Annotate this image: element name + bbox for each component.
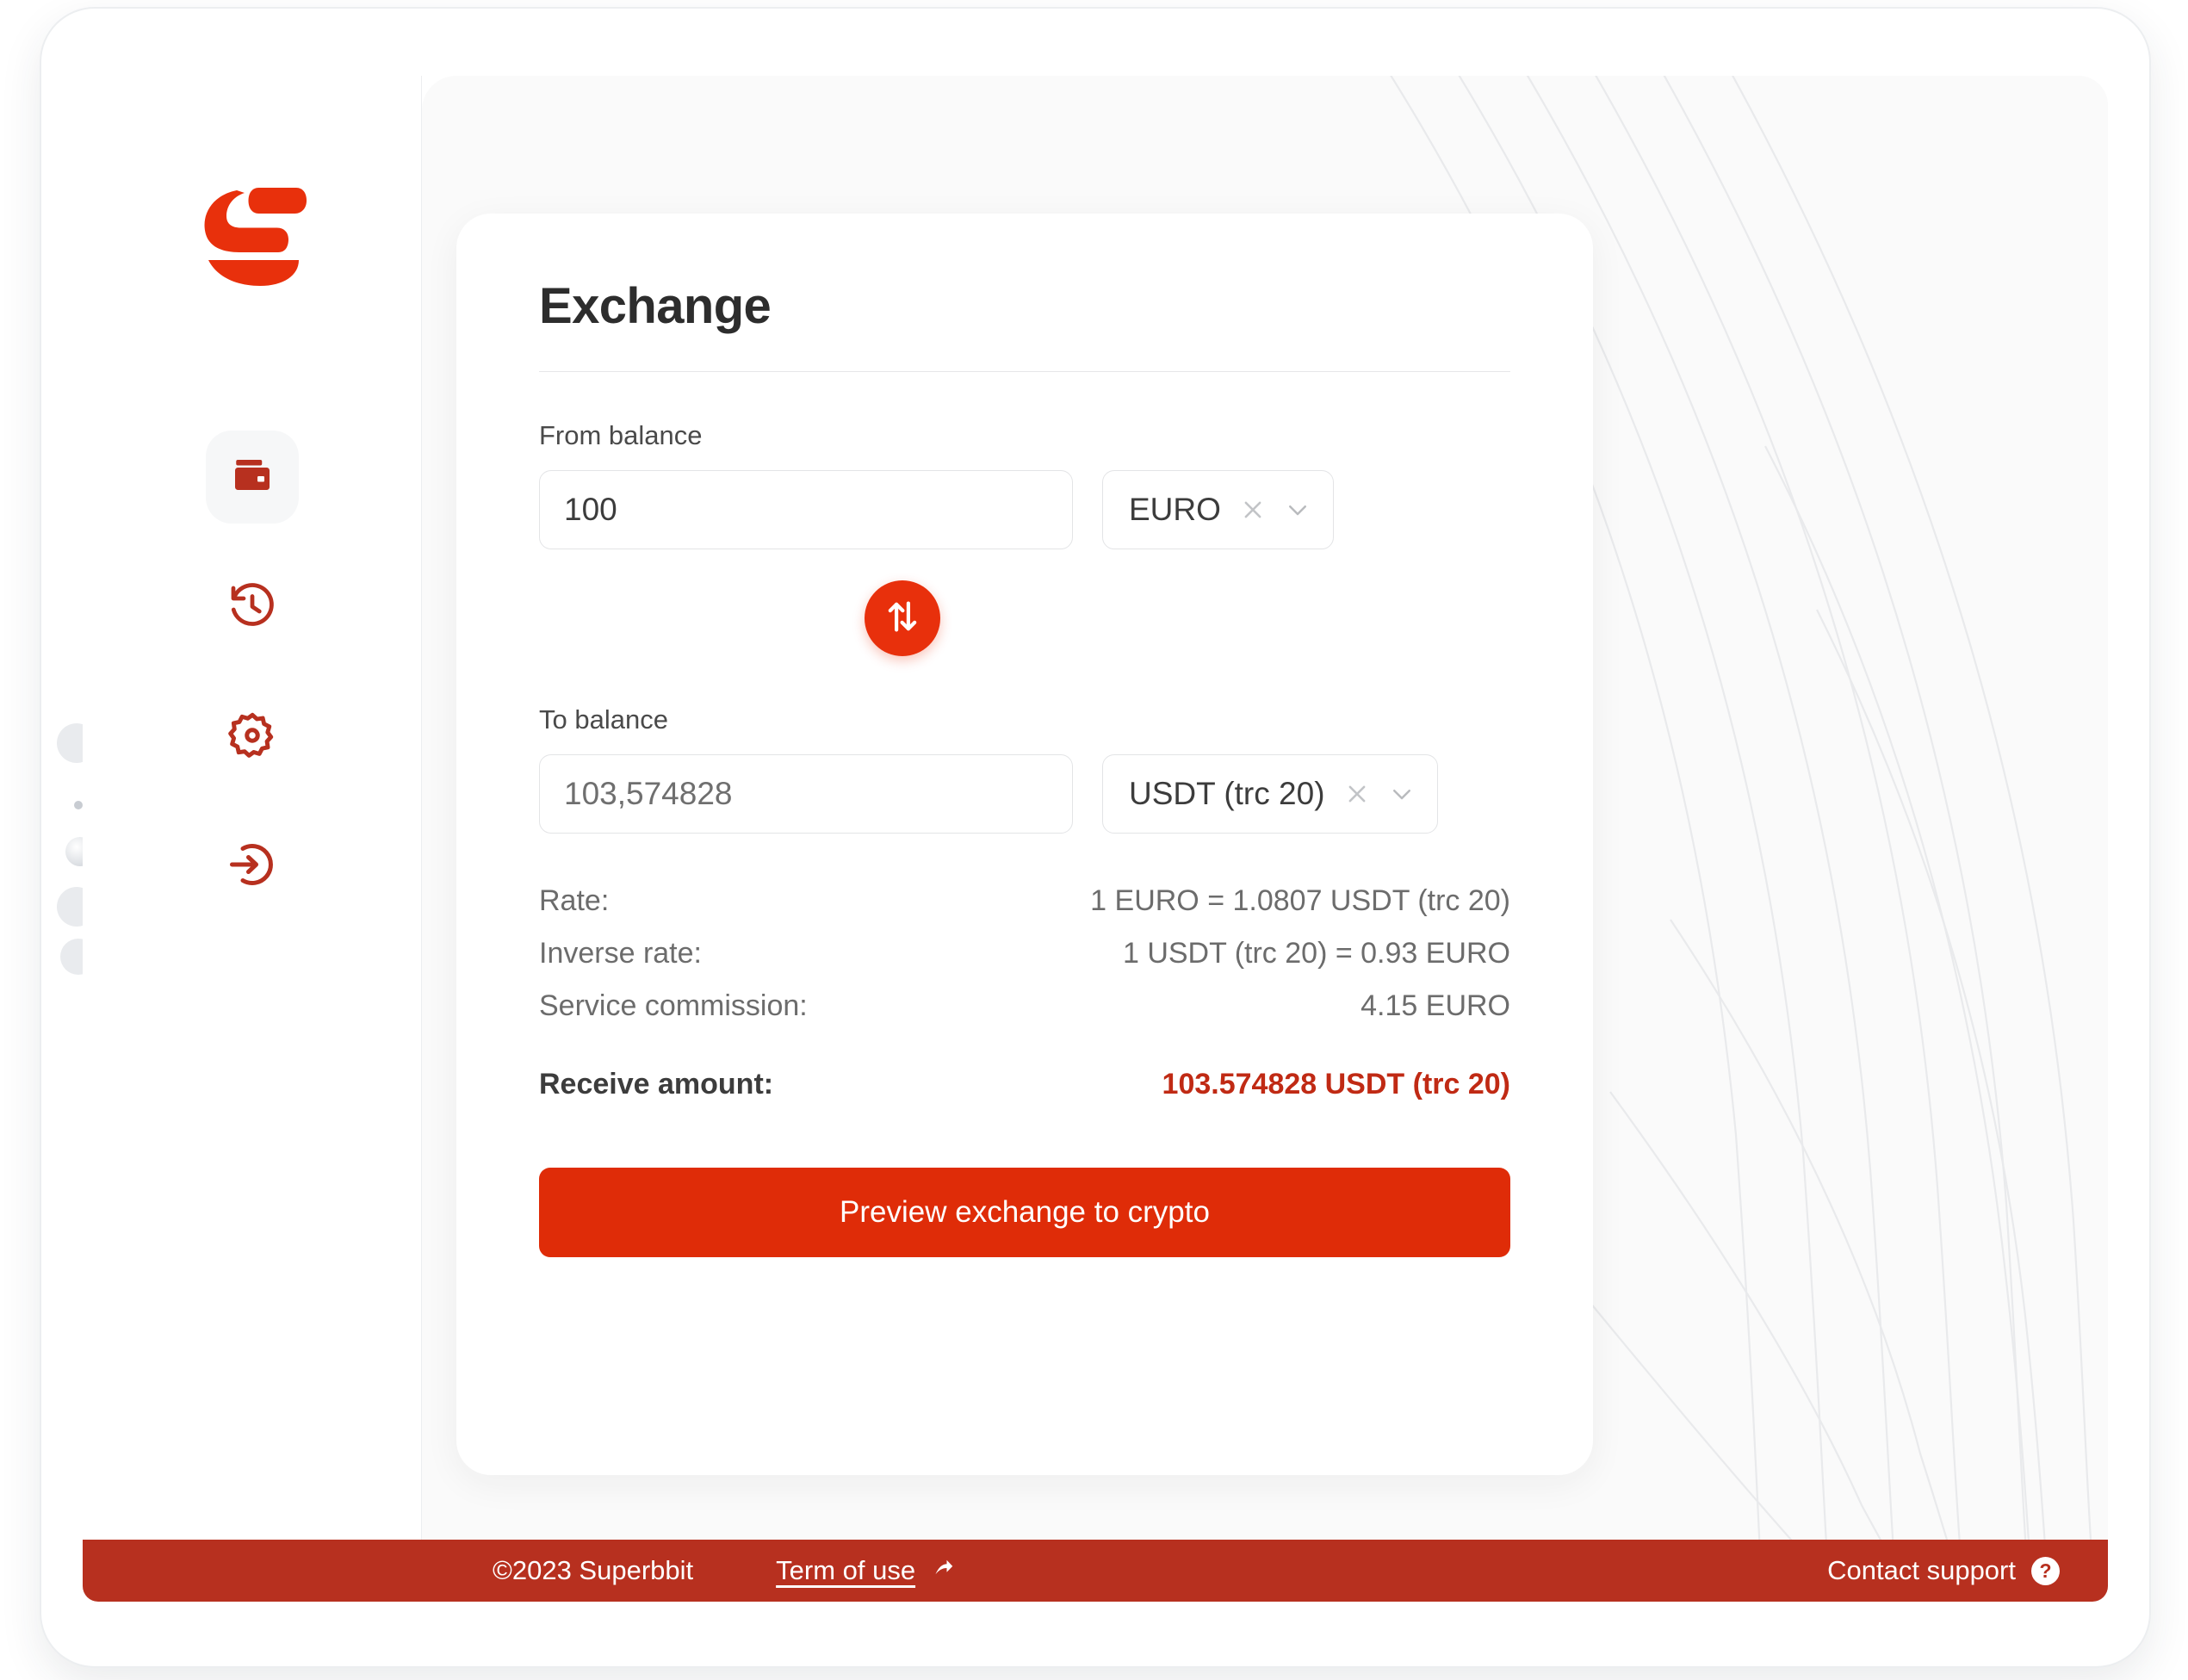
from-amount-input[interactable]: 100	[539, 470, 1073, 549]
to-balance-row: 103,574828 USDT (trc 20)	[539, 754, 1510, 834]
close-icon[interactable]	[1344, 781, 1370, 807]
rate-row: Rate: 1 EURO = 1.0807 USDT (trc 20)	[539, 875, 1510, 927]
device-pinhole	[74, 801, 83, 809]
terms-of-use-link[interactable]: Term of use	[776, 1554, 955, 1587]
rate-label: Rate:	[539, 884, 610, 917]
to-currency-value: USDT (trc 20)	[1129, 776, 1325, 811]
rate-row: Inverse rate: 1 USDT (trc 20) = 0.93 EUR…	[539, 927, 1510, 980]
page-title: Exchange	[539, 278, 772, 334]
from-amount-value: 100	[564, 492, 617, 527]
chevron-down-icon[interactable]	[1389, 781, 1415, 807]
sidebar-item-settings[interactable]	[206, 689, 299, 782]
to-amount-input[interactable]: 103,574828	[539, 754, 1073, 834]
contact-support-label: Contact support	[1827, 1555, 2016, 1585]
wallet-icon	[226, 451, 278, 503]
swap-currencies-button[interactable]	[864, 580, 940, 656]
receive-amount-label: Receive amount:	[539, 1068, 774, 1100]
rate-details: Rate: 1 EURO = 1.0807 USDT (trc 20) Inve…	[539, 875, 1510, 1111]
sidebar-item-logout[interactable]	[206, 818, 299, 911]
external-arrow-icon	[929, 1554, 955, 1587]
sidebar-nav	[205, 431, 299, 911]
close-icon[interactable]	[1240, 497, 1266, 523]
footer-left: ©2023 Superbbit Term of use	[493, 1554, 955, 1587]
tablet-screen: Exchange From balance 100 EURO To balanc…	[83, 76, 2108, 1602]
inverse-rate-label: Inverse rate:	[539, 937, 702, 970]
sidebar	[83, 76, 422, 1540]
main-stage: Exchange From balance 100 EURO To balanc…	[422, 76, 2108, 1540]
receive-amount-row: Receive amount: 103.574828 USDT (trc 20)	[539, 1058, 1510, 1111]
from-currency-value: EURO	[1129, 492, 1221, 527]
rate-row: Service commission: 4.15 EURO	[539, 980, 1510, 1032]
service-commission-value: 4.15 EURO	[1361, 989, 1510, 1022]
title-divider	[539, 371, 1510, 372]
service-commission-label: Service commission:	[539, 989, 808, 1022]
rate-value: 1 EURO = 1.0807 USDT (trc 20)	[1090, 884, 1510, 917]
tablet-device-frame: Exchange From balance 100 EURO To balanc…	[41, 9, 2149, 1666]
to-balance-label: To balance	[539, 704, 668, 735]
sidebar-item-history[interactable]	[206, 560, 299, 653]
superbbit-s-logo[interactable]	[188, 172, 317, 301]
sidebar-item-wallet[interactable]	[205, 431, 299, 524]
copyright-text: ©2023 Superbbit	[493, 1555, 694, 1585]
to-currency-select[interactable]: USDT (trc 20)	[1102, 754, 1438, 834]
app-footer: ©2023 Superbbit Term of use Contact supp…	[83, 1540, 2108, 1602]
preview-exchange-button[interactable]: Preview exchange to crypto	[539, 1168, 1510, 1257]
chevron-down-icon[interactable]	[1285, 497, 1311, 523]
from-currency-select[interactable]: EURO	[1102, 470, 1334, 549]
question-mark-icon: ?	[2031, 1556, 2060, 1585]
contact-support-link[interactable]: Contact support ?	[1827, 1555, 2060, 1586]
inverse-rate-value: 1 USDT (trc 20) = 0.93 EURO	[1122, 937, 1510, 970]
settings-gear-icon	[226, 710, 278, 761]
swap-vertical-icon	[883, 597, 922, 641]
app-viewport: Exchange From balance 100 EURO To balanc…	[83, 76, 2108, 1540]
swap-row	[539, 580, 1510, 656]
terms-of-use-label: Term of use	[776, 1555, 916, 1585]
from-balance-row: 100 EURO	[539, 470, 1510, 549]
receive-amount-value: 103.574828 USDT (trc 20)	[1162, 1068, 1510, 1100]
exchange-card: Exchange From balance 100 EURO To balanc…	[456, 214, 1593, 1475]
history-icon	[226, 580, 278, 632]
to-amount-value: 103,574828	[564, 776, 733, 811]
from-balance-label: From balance	[539, 420, 703, 450]
logout-icon	[226, 839, 278, 890]
